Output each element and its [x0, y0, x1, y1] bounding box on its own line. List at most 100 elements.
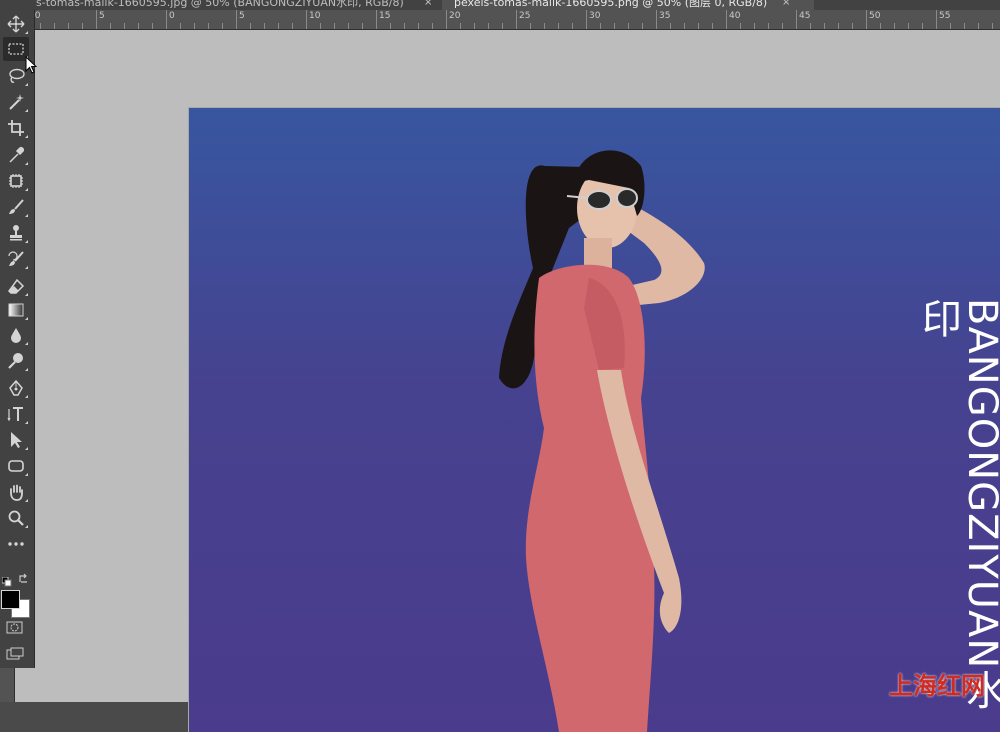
ruler-major-tick	[936, 10, 937, 29]
ruler-minor-tick	[488, 23, 489, 29]
ruler-minor-tick	[810, 23, 811, 29]
ruler-minor-tick	[68, 23, 69, 29]
ruler-label: 50	[869, 11, 881, 21]
ruler-minor-tick	[614, 23, 615, 29]
horizontal-ruler[interactable]: 1050510152025303540455055	[14, 10, 1000, 30]
tab-label: s-tomas-malik-1660595.jpg @ 50% (BANGONG…	[36, 0, 404, 9]
blur-drop-icon	[11, 328, 21, 343]
ruler-major-tick	[306, 10, 307, 29]
gradient-icon	[8, 303, 24, 317]
ruler-minor-tick	[362, 23, 363, 29]
close-icon[interactable]: ×	[782, 0, 790, 10]
ruler-minor-tick	[852, 23, 853, 29]
ruler-minor-tick	[698, 23, 699, 29]
ruler-minor-tick	[152, 23, 153, 29]
vertical-type-icon	[7, 407, 23, 422]
ruler-minor-tick	[670, 23, 671, 29]
brush-tool[interactable]	[3, 195, 29, 219]
ruler-major-tick	[446, 10, 447, 29]
type-tool[interactable]	[3, 402, 29, 426]
hand-tool[interactable]	[3, 480, 29, 504]
shape-tool[interactable]	[3, 454, 29, 478]
magic-wand-tool[interactable]	[3, 90, 29, 114]
ruler-major-tick	[866, 10, 867, 29]
ruler-minor-tick	[320, 23, 321, 29]
path-selection-tool[interactable]	[3, 428, 29, 452]
ellipsis-icon	[8, 542, 24, 546]
tool-group-indicator	[25, 214, 28, 217]
screen-mode-icon[interactable]	[6, 646, 24, 665]
document-tab-active[interactable]: pexels-tomas-malik-1660595.png @ 50% (图层…	[442, 0, 814, 10]
crop-icon	[8, 120, 24, 136]
ruler-minor-tick	[684, 23, 685, 29]
ruler-major-tick	[96, 10, 97, 29]
ruler-label: 20	[449, 11, 461, 21]
foreground-color-swatch[interactable]	[1, 590, 20, 609]
ruler-minor-tick	[222, 23, 223, 29]
ruler-minor-tick	[334, 23, 335, 29]
zoom-tool[interactable]	[3, 506, 29, 530]
ruler-minor-tick	[880, 23, 881, 29]
zoom-icon	[8, 510, 24, 526]
clone-stamp-icon	[10, 225, 22, 241]
ruler-minor-tick	[138, 23, 139, 29]
ruler-minor-tick	[348, 23, 349, 29]
pen-tool[interactable]	[3, 376, 29, 400]
tool-group-indicator	[25, 368, 28, 371]
tool-group-indicator	[25, 293, 28, 296]
ruler-label: 15	[379, 11, 391, 21]
ruler-label: 0	[169, 11, 175, 21]
close-icon[interactable]: ×	[424, 0, 432, 10]
document-canvas[interactable]: BANGONGZIYUAN水印	[189, 108, 1000, 732]
ruler-minor-tick	[824, 23, 825, 29]
blur-tool[interactable]	[3, 323, 29, 347]
history-brush-tool[interactable]	[3, 247, 29, 271]
eyedropper-tool[interactable]	[3, 143, 29, 167]
ruler-minor-tick	[628, 23, 629, 29]
ruler-label: 5	[239, 11, 245, 21]
stamp-tool[interactable]	[3, 221, 29, 245]
patch-tool[interactable]	[3, 169, 29, 193]
ruler-minor-tick	[600, 23, 601, 29]
quick-mask-icon[interactable]	[6, 620, 24, 639]
move-tool[interactable]	[3, 12, 29, 36]
ruler-minor-tick	[460, 23, 461, 29]
brush-icon	[9, 199, 24, 214]
tool-group-indicator	[25, 395, 28, 398]
ruler-minor-tick	[530, 23, 531, 29]
swap-colors-icon[interactable]	[18, 570, 30, 589]
ruler-minor-tick	[194, 23, 195, 29]
ruler-label: 35	[659, 11, 671, 21]
ruler-major-tick	[726, 10, 727, 29]
tab-label: pexels-tomas-malik-1660595.png @ 50% (图层…	[454, 0, 768, 9]
ruler-minor-tick	[54, 23, 55, 29]
ruler-minor-tick	[978, 23, 979, 29]
ruler-minor-tick	[558, 23, 559, 29]
tool-group-indicator	[25, 525, 28, 528]
more-tools[interactable]	[3, 532, 29, 556]
default-colors-icon[interactable]	[1, 572, 12, 591]
ruler-major-tick	[656, 10, 657, 29]
ruler-minor-tick	[740, 23, 741, 29]
ruler-label: 10	[309, 11, 321, 21]
document-tab-inactive[interactable]: s-tomas-malik-1660595.jpg @ 50% (BANGONG…	[0, 0, 436, 10]
ruler-minor-tick	[418, 23, 419, 29]
tool-group-indicator	[25, 266, 28, 269]
ruler-minor-tick	[992, 23, 993, 29]
eraser-tool[interactable]	[3, 274, 29, 298]
ruler-minor-tick	[404, 23, 405, 29]
ruler-major-tick	[586, 10, 587, 29]
tool-group-indicator	[25, 342, 28, 345]
tool-group-indicator	[25, 162, 28, 165]
ruler-minor-tick	[838, 23, 839, 29]
crop-tool[interactable]	[3, 116, 29, 140]
ruler-major-tick	[796, 10, 797, 29]
ruler-minor-tick	[82, 23, 83, 29]
rectangle-marquee-icon	[8, 43, 24, 55]
eraser-icon	[8, 278, 25, 294]
dodge-tool[interactable]	[3, 349, 29, 373]
gradient-tool[interactable]	[3, 298, 29, 322]
ruler-minor-tick	[432, 23, 433, 29]
pasteboard[interactable]: BANGONGZIYUAN水印	[15, 30, 1000, 732]
ruler-label: 40	[729, 11, 741, 21]
